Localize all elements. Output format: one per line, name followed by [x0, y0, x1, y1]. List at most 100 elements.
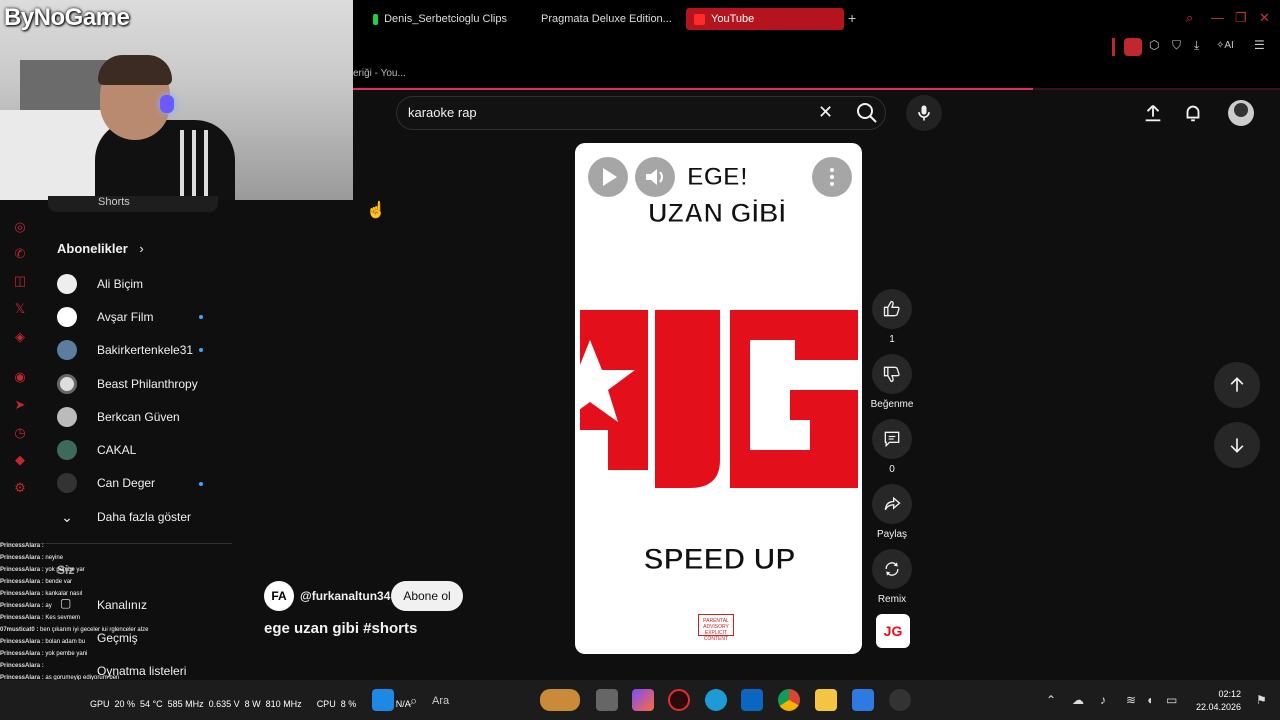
store-icon[interactable] [741, 689, 763, 711]
speaker-icon[interactable]: ◖ [1146, 693, 1153, 707]
opera-icon[interactable] [668, 689, 690, 711]
chat-message: PrincessAlara : Kes sevmem [0, 612, 240, 624]
sidebar-item-berkcan-guven[interactable]: Berkcan Güven [57, 407, 180, 427]
chat-message: PrincessAlara : [0, 540, 240, 552]
copilot-icon[interactable] [632, 689, 654, 711]
chat-text: ben çıkarım iyi geceler iui rglenceler a… [40, 627, 149, 633]
upload-icon[interactable] [1142, 102, 1164, 124]
subscriptions-header[interactable]: Abonelikler › [57, 241, 144, 256]
thumbs-up-icon [883, 300, 900, 317]
windows-start-icon[interactable] [372, 689, 394, 711]
avatar [57, 307, 77, 327]
sidebar-item-bakirkertenkele31[interactable]: Bakirkertenkele31 [57, 340, 193, 360]
steam-taskbar-icon[interactable] [889, 689, 911, 711]
extension-icon-active[interactable] [1124, 38, 1142, 56]
comment-count: 0 [889, 464, 895, 475]
arrow-up-icon [1230, 377, 1244, 392]
tray-chevron-up-icon[interactable]: ⌃ [1046, 693, 1056, 707]
bell-icon[interactable] [1182, 102, 1204, 124]
chat-username: PrincessAlara : [0, 663, 44, 669]
player-icon[interactable]: ◉ [12, 369, 28, 385]
taskbar-clock[interactable]: 02:12 22.04.2026 [1196, 688, 1241, 714]
sidebar-item-cakal[interactable]: CAKAL [57, 440, 136, 460]
tab-kick-clips[interactable]: Denis_Serbetcioglu Clips [365, 8, 515, 30]
file-explorer-icon[interactable] [815, 689, 837, 711]
sidebar-item-can-deger[interactable]: Can Deger [57, 473, 155, 493]
search-icon[interactable] [855, 101, 879, 125]
settings-icon[interactable]: ⚙ [12, 480, 28, 496]
avatar [57, 374, 77, 394]
chat-text: yok pembe yar [45, 567, 85, 573]
video-title[interactable]: ege uzan gibi #shorts [264, 620, 417, 637]
avatar [57, 274, 77, 294]
maximize-icon[interactable]: ❐ [1235, 10, 1247, 26]
history-icon[interactable]: ◷ [12, 425, 28, 441]
voice-search-button[interactable] [906, 95, 942, 131]
ext-divider [1112, 38, 1115, 56]
chat-message: PrincessAlara : ay [0, 600, 240, 612]
search-input[interactable]: karaoke rap [408, 105, 477, 120]
mail-icon[interactable] [852, 689, 874, 711]
video-caption-second: UZAN GİBİ [648, 198, 787, 229]
messenger-icon[interactable]: ◎ [12, 219, 28, 235]
clear-search-icon[interactable]: ✕ [818, 102, 833, 123]
show-more-button[interactable]: ⌄ Daha fazla göster [57, 507, 191, 527]
show-more-label: Daha fazla göster [97, 510, 192, 524]
widget-icon[interactable] [540, 689, 580, 711]
chrome-icon[interactable] [778, 689, 800, 711]
channel-handle[interactable]: @furkanaltun34 [300, 589, 390, 603]
subscribe-button[interactable]: Abone ol [391, 581, 463, 611]
account-avatar[interactable] [1228, 100, 1254, 126]
task-view-icon[interactable] [596, 689, 618, 711]
minimize-icon[interactable]: — [1211, 10, 1224, 25]
send-icon[interactable]: ➤ [12, 397, 28, 413]
chat-text: Kes sevmem [45, 615, 81, 621]
whatsapp-icon[interactable]: ✆ [12, 246, 28, 262]
more-vert-icon [830, 168, 834, 186]
channel-avatar[interactable]: FA [264, 581, 294, 611]
tab-pragmata[interactable]: Pragmata Deluxe Edition... [527, 8, 677, 30]
youtube-icon [694, 13, 705, 25]
chat-message: PrincessAlara : neyine [0, 552, 240, 564]
close-icon[interactable]: ✕ [1259, 10, 1270, 26]
share-button[interactable] [872, 484, 912, 524]
taskbar-search-icon[interactable]: ⌕ [410, 693, 417, 709]
dislike-button[interactable] [872, 354, 912, 394]
sidebar-item-shorts[interactable]: Shorts [48, 196, 218, 212]
next-video-button[interactable] [1214, 422, 1260, 468]
comments-button[interactable] [872, 419, 912, 459]
edge-icon[interactable] [705, 689, 727, 711]
taskbar-search-label[interactable]: Ara [432, 695, 449, 707]
search-tabs-icon[interactable]: ⌕ [1186, 10, 1193, 26]
sidebar-item-avsar-film[interactable]: Avşar Film [57, 307, 153, 327]
wallet-icon[interactable]: ⛉ [1172, 38, 1181, 53]
sound-thumbnail[interactable]: JG [876, 614, 910, 648]
menu-icon[interactable]: ☰ [1254, 38, 1265, 52]
hardware-stats-readout: GPU 20 % 54 °C 585 MHz 0.635 V 8 W 810 M… [90, 699, 411, 709]
notification-bell-icon[interactable]: ⚑ [1256, 693, 1267, 707]
sidebar-item-label: Berkcan Güven [97, 410, 180, 424]
previous-video-button[interactable] [1214, 362, 1260, 408]
sidebar-item-label: Bakirkertenkele31 [97, 343, 194, 357]
download-icon[interactable]: ⤓ [1194, 38, 1199, 53]
chat-username: PrincessAlara : [0, 591, 46, 597]
more-options-button[interactable] [812, 157, 852, 197]
onedrive-icon[interactable]: ☁ [1072, 693, 1084, 707]
sidebar-item-beast-philanthropy[interactable]: Beast Philanthropy [57, 374, 198, 394]
new-tab-button[interactable]: + [848, 10, 856, 26]
battery-icon[interactable]: ▭ [1166, 693, 1177, 707]
bag-icon[interactable]: ◆ [12, 452, 28, 468]
play-button[interactable] [588, 157, 628, 197]
wifi-icon[interactable]: ≋ [1126, 693, 1136, 707]
x-icon[interactable]: 𝕏 [12, 301, 28, 317]
like-button[interactable] [872, 289, 912, 329]
sidebar-item-label: Beast Philanthropy [97, 377, 198, 391]
ai-button[interactable]: ✧AI [1216, 40, 1234, 51]
extensions-icon[interactable]: ⬡ [1149, 38, 1159, 52]
remix-button[interactable] [872, 549, 912, 589]
discord-icon[interactable]: ◈ [12, 329, 28, 345]
mic-tray-icon[interactable]: ♪ [1100, 693, 1106, 707]
tab-youtube[interactable]: YouTube [686, 8, 844, 30]
instagram-icon[interactable]: ◫ [12, 273, 28, 289]
sidebar-item-ali-bicim[interactable]: Ali Biçim [57, 274, 143, 294]
